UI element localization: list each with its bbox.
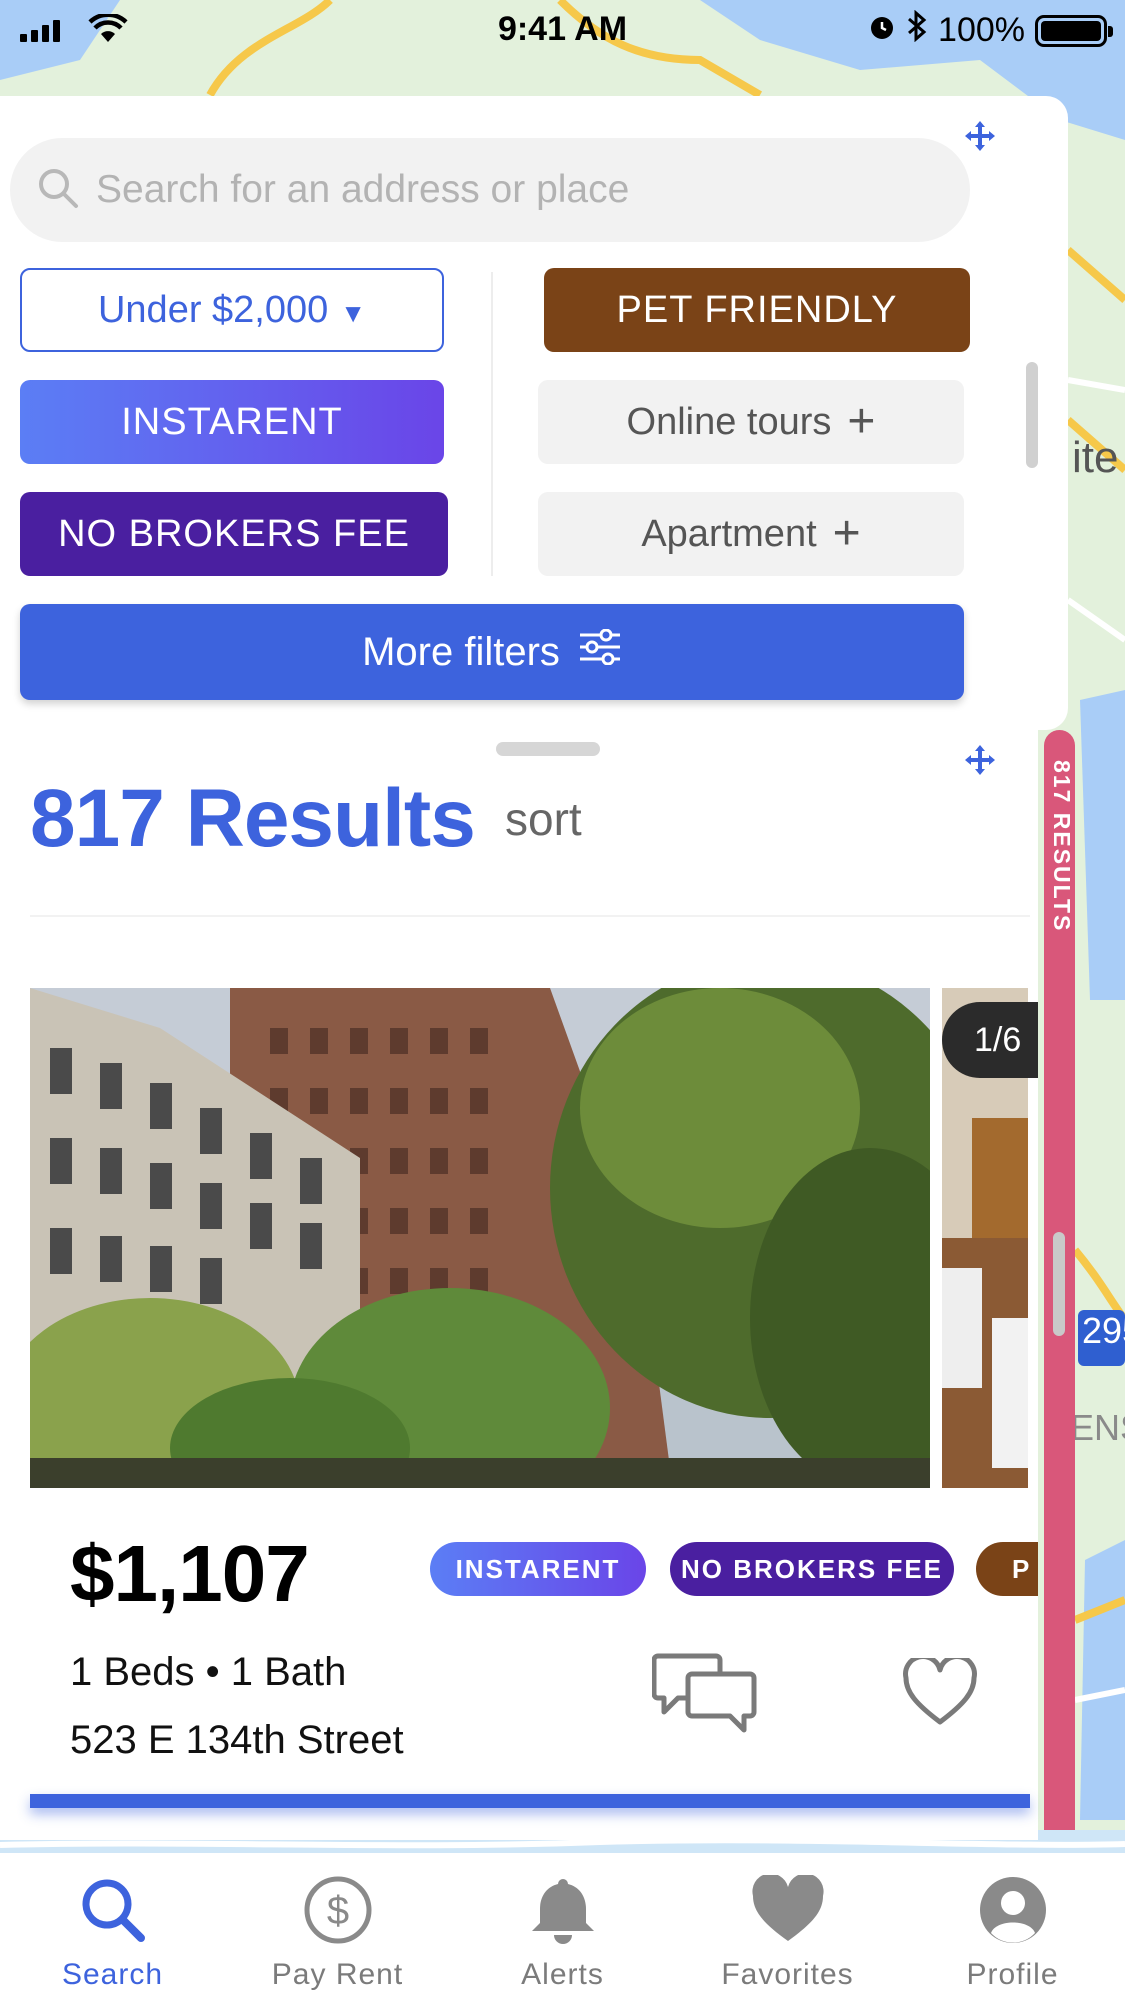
no-brokers-fee-label: NO BROKERS FEE	[58, 512, 410, 555]
tab-pay-rent[interactable]: $ Pay Rent	[225, 1853, 450, 2001]
user-icon	[978, 1875, 1048, 1950]
map-place-label-2: ENS	[1070, 1407, 1125, 1448]
more-filters-label: More filters	[362, 629, 560, 674]
listing-photo[interactable]	[30, 988, 930, 1488]
price-filter-dropdown[interactable]: Under $2,000 ▼	[20, 268, 444, 352]
price-filter-label: Under $2,000	[97, 288, 329, 331]
no-brokers-fee-badge: NO BROKERS FEE	[670, 1542, 954, 1596]
map-place-label: ite	[1072, 433, 1118, 482]
sliders-icon	[560, 628, 622, 675]
online-tours-label: Online tours	[626, 400, 832, 443]
no-brokers-fee-filter[interactable]: NO BROKERS FEE	[20, 492, 448, 576]
tab-favorites[interactable]: Favorites	[675, 1853, 900, 2001]
tab-label-pay-rent: Pay Rent	[271, 1958, 404, 1991]
apartment-label: Apartment	[641, 512, 817, 555]
instarent-label: INSTARENT	[121, 400, 343, 443]
pet-friendly-label: PET FRIENDLY	[616, 288, 898, 331]
filter-divider	[491, 272, 493, 576]
svg-text:$: $	[326, 1889, 348, 1933]
road-shield-label: 295	[1082, 1310, 1125, 1351]
tab-label-search: Search	[61, 1958, 164, 1991]
chat-icon[interactable]	[651, 1650, 758, 1739]
sort-button[interactable]: sort	[505, 792, 582, 846]
pet-friendly-filter[interactable]: PET FRIENDLY	[544, 268, 970, 352]
results-count: 817 Results	[30, 773, 476, 864]
tab-label-profile: Profile	[966, 1958, 1059, 1991]
filter-scrollbar[interactable]	[1026, 362, 1038, 468]
status-bar: 9:41 AM 100%	[0, 0, 1125, 60]
battery-percent: 100%	[938, 11, 1025, 49]
apartment-filter[interactable]: Apartment +	[538, 492, 964, 576]
move-icon[interactable]	[962, 118, 998, 154]
results-panel: 817 Results sort 1/6 $1,107 INSTARENT NO…	[0, 730, 1038, 1840]
tab-bar: Search $ Pay Rent Alerts Favorites Profi…	[0, 1853, 1125, 2001]
search-bar[interactable]	[10, 138, 970, 242]
favorite-heart-icon[interactable]	[902, 1654, 978, 1731]
instarent-filter[interactable]: INSTARENT	[20, 380, 444, 464]
bell-icon	[528, 1875, 598, 1950]
caret-down-icon: ▼	[340, 297, 367, 328]
move-icon[interactable]	[962, 742, 998, 778]
tab-label-favorites: Favorites	[721, 1958, 854, 1991]
search-icon	[36, 166, 80, 215]
photo-counter: 1/6	[942, 1002, 1038, 1078]
online-tours-filter[interactable]: Online tours +	[538, 380, 964, 464]
dollar-coin-icon: $	[303, 1875, 373, 1950]
tab-profile[interactable]: Profile	[900, 1853, 1125, 2001]
drag-handle[interactable]	[496, 742, 600, 756]
beds-baths: 1 Beds • 1 Bath	[70, 1650, 347, 1694]
listing-price: $1,107	[70, 1529, 310, 1618]
tab-label-alerts: Alerts	[521, 1958, 604, 1991]
plus-icon: +	[847, 395, 876, 448]
pet-friendly-badge: P	[976, 1542, 1038, 1596]
results-scrollbar[interactable]	[1053, 1232, 1065, 1336]
instarent-badge: INSTARENT	[430, 1542, 646, 1596]
listing-card-bar	[30, 1794, 1030, 1808]
results-side-label: 817 RESULTS	[1049, 760, 1075, 933]
listing-address: 523 E 134th Street	[70, 1718, 404, 1762]
battery-icon	[1035, 14, 1113, 47]
alarm-icon	[868, 11, 896, 50]
bluetooth-icon	[906, 9, 928, 51]
tab-alerts[interactable]: Alerts	[450, 1853, 675, 2001]
search-icon	[78, 1875, 148, 1950]
tab-search[interactable]: Search	[0, 1853, 225, 2001]
plus-icon: +	[832, 507, 861, 560]
divider	[30, 915, 1030, 917]
search-input[interactable]	[96, 168, 956, 212]
more-filters-button[interactable]: More filters	[20, 604, 964, 700]
filter-panel: Under $2,000 ▼ PET FRIENDLY INSTARENT On…	[0, 96, 1068, 730]
heart-icon	[751, 1873, 825, 1950]
